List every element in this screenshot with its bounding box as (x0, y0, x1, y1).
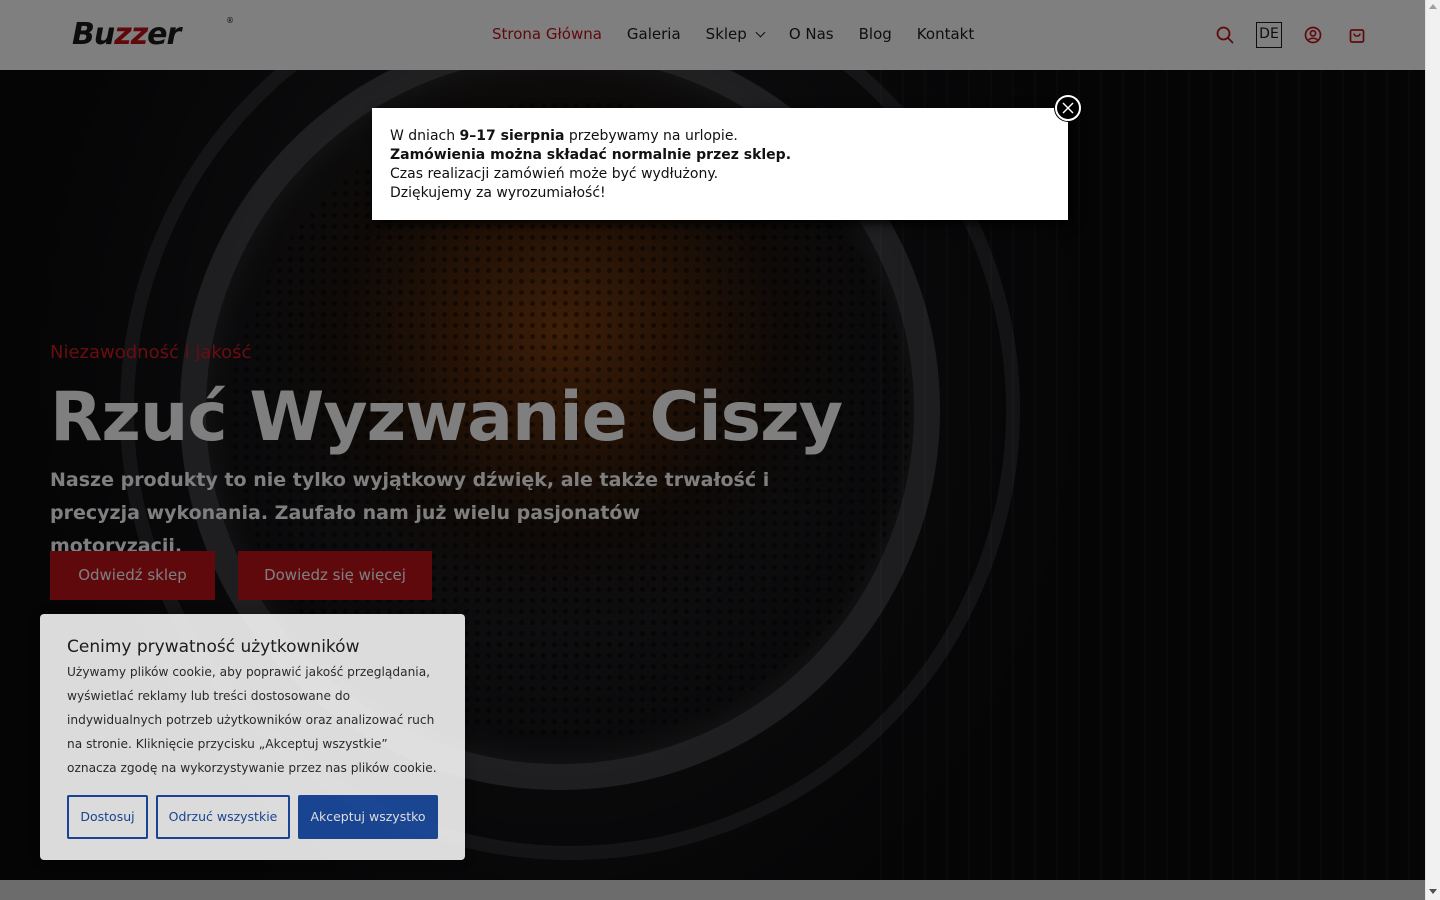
cookie-reject-all-button[interactable]: Odrzuć wszystkie (156, 795, 290, 839)
cookie-actions: Dostosuj Odrzuć wszystkie Akceptuj wszys… (67, 795, 438, 839)
scroll-down-arrow-icon[interactable] (1429, 889, 1437, 894)
cookie-customize-button[interactable]: Dostosuj (67, 795, 148, 839)
popup-line-4: Dziękujemy za wyrozumiałość! (390, 185, 606, 201)
cookie-title: Cenimy prywatność użytkowników (67, 637, 360, 657)
vacation-notice-popup: W dniach 9–17 sierpnia przebywamy na url… (372, 108, 1068, 220)
page-scrollbar[interactable] (1425, 0, 1440, 900)
popup-line-3: Czas realizacji zamówień może być wydłuż… (390, 166, 719, 182)
popup-line-2: Zamówienia można składać normalnie przez… (390, 147, 792, 163)
cookie-accept-all-button[interactable]: Akceptuj wszystko (298, 795, 438, 839)
scroll-up-arrow-icon[interactable] (1429, 4, 1437, 9)
popup-line-1: W dniach 9–17 sierpnia przebywamy na url… (390, 128, 738, 144)
close-icon (1062, 102, 1074, 114)
popup-close-button[interactable] (1055, 95, 1081, 121)
cookie-consent-banner: Cenimy prywatność użytkowników Używamy p… (40, 614, 465, 860)
cookie-description: Używamy plików cookie, aby poprawić jako… (67, 665, 437, 775)
